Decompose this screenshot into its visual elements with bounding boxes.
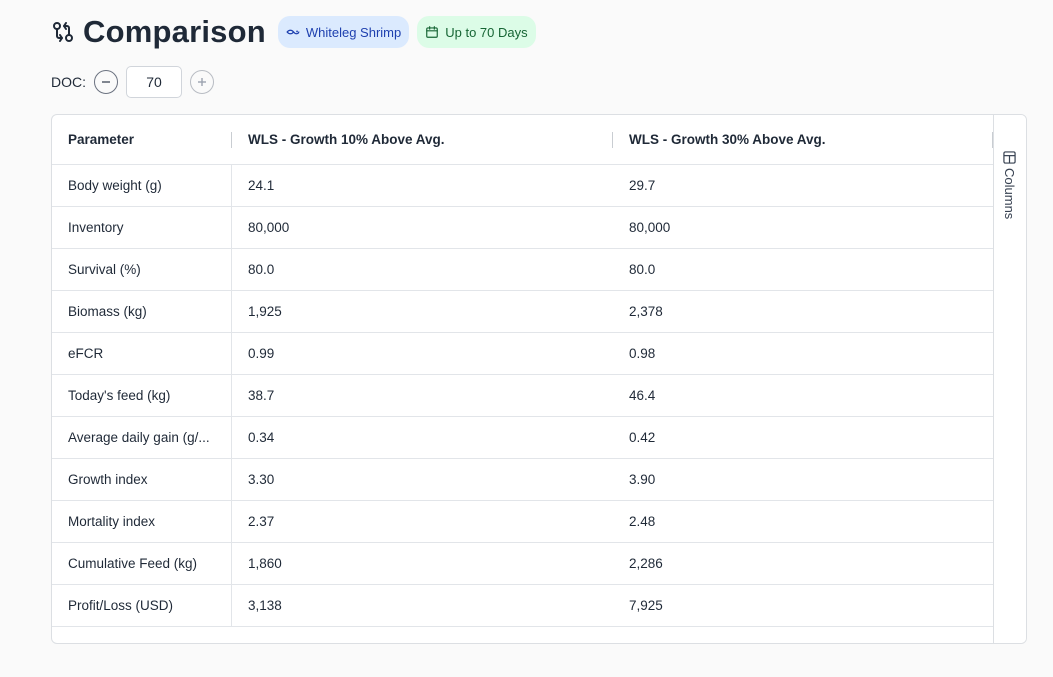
- cell-scenario-2: 2,286: [629, 556, 663, 571]
- cell-parameter: Profit/Loss (USD): [68, 598, 174, 613]
- shrimp-icon: [286, 29, 300, 35]
- column-resize-handle[interactable]: [612, 132, 613, 148]
- table-row[interactable]: Today's feed (kg) 38.7 46.4: [52, 375, 994, 417]
- table-row[interactable]: Average daily gain (g/... 0.34 0.42: [52, 417, 994, 459]
- column-divider: [231, 165, 232, 626]
- cell-scenario-2: 3.90: [629, 472, 656, 487]
- doc-input[interactable]: [126, 66, 182, 98]
- minus-icon: [102, 81, 110, 83]
- cell-scenario-1: 1,860: [248, 556, 282, 571]
- columns-label: Columns: [1002, 168, 1017, 220]
- cell-scenario-2: 0.98: [629, 346, 656, 361]
- cell-scenario-1: 0.99: [248, 346, 275, 361]
- cell-scenario-2: 29.7: [629, 178, 656, 193]
- species-chip-label: Whiteleg Shrimp: [305, 24, 402, 40]
- cell-scenario-1: 3.30: [248, 472, 275, 487]
- cell-scenario-1: 80,000: [248, 220, 290, 235]
- cell-parameter: Today's feed (kg): [68, 388, 171, 403]
- cell-scenario-1: 0.34: [248, 430, 275, 445]
- calendar-icon: [426, 26, 439, 38]
- cell-parameter: Cumulative Feed (kg): [68, 556, 198, 571]
- columns-panel-button[interactable]: Columns: [1002, 151, 1017, 219]
- cell-parameter: eFCR: [68, 346, 104, 361]
- cell-scenario-1: 1,925: [248, 304, 282, 319]
- doc-label: DOC:: [51, 74, 86, 90]
- table-row[interactable]: Growth index 3.30 3.90: [52, 459, 994, 501]
- compare-arrows-icon: [51, 20, 75, 44]
- cell-scenario-2: 7,925: [629, 598, 663, 613]
- decrement-button[interactable]: [94, 70, 118, 94]
- cell-parameter: Inventory: [68, 220, 124, 235]
- cell-parameter: Mortality index: [68, 514, 156, 529]
- column-resize-handle[interactable]: [231, 132, 232, 148]
- header-row: Parameter WLS - Growth 10% Above Avg. WL…: [52, 115, 994, 165]
- table-row[interactable]: Inventory 80,000 80,000: [52, 207, 994, 249]
- column-header-parameter[interactable]: Parameter: [68, 132, 218, 147]
- side-panel: Columns: [993, 115, 1026, 643]
- column-header-scenario-2[interactable]: WLS - Growth 30% Above Avg.: [629, 132, 989, 147]
- table-row[interactable]: Cumulative Feed (kg) 1,860 2,286: [52, 543, 994, 585]
- cell-scenario-1: 24.1: [248, 178, 275, 193]
- cell-scenario-1: 2.37: [248, 514, 275, 529]
- cell-parameter: Body weight (g): [68, 178, 162, 193]
- table-row[interactable]: Profit/Loss (USD) 3,138 7,925: [52, 585, 994, 627]
- table-row[interactable]: Mortality index 2.37 2.48: [52, 501, 994, 543]
- cell-parameter: Average daily gain (g/...: [68, 430, 210, 445]
- days-chip-label: Up to 70 Days: [445, 24, 528, 40]
- cell-scenario-1: 38.7: [248, 388, 275, 403]
- page-title: Comparison: [83, 14, 266, 49]
- columns-icon: [1003, 151, 1016, 164]
- cell-scenario-1: 80.0: [248, 262, 275, 277]
- species-chip: Whiteleg Shrimp: [277, 16, 410, 48]
- table-row[interactable]: Biomass (kg) 1,925 2,378: [52, 291, 994, 333]
- cell-parameter: Biomass (kg): [68, 304, 147, 319]
- cell-parameter: Growth index: [68, 472, 148, 487]
- cell-scenario-2: 80.0: [629, 262, 656, 277]
- cell-scenario-2: 0.42: [629, 430, 656, 445]
- days-chip: Up to 70 Days: [417, 16, 536, 48]
- cell-scenario-2: 2,378: [629, 304, 663, 319]
- cell-scenario-2: 2.48: [629, 514, 656, 529]
- cell-parameter: Survival (%): [68, 262, 141, 277]
- doc-stepper: DOC:: [51, 66, 214, 98]
- table-row[interactable]: Survival (%) 80.0 80.0: [52, 249, 994, 291]
- column-header-scenario-1[interactable]: WLS - Growth 10% Above Avg.: [248, 132, 608, 147]
- cell-scenario-1: 3,138: [248, 598, 282, 613]
- comparison-grid: Parameter WLS - Growth 10% Above Avg. WL…: [51, 114, 1027, 644]
- table-row[interactable]: Body weight (g) 24.1 29.7: [52, 165, 994, 207]
- plus-icon: [198, 78, 206, 86]
- increment-button[interactable]: [190, 70, 214, 94]
- cell-scenario-2: 80,000: [629, 220, 671, 235]
- cell-scenario-2: 46.4: [629, 388, 656, 403]
- table-row[interactable]: eFCR 0.99 0.98: [52, 333, 994, 375]
- page-header: Comparison Whiteleg Shrimp Up to 70 Days: [51, 14, 544, 50]
- grid-body: Parameter WLS - Growth 10% Above Avg. WL…: [52, 115, 994, 643]
